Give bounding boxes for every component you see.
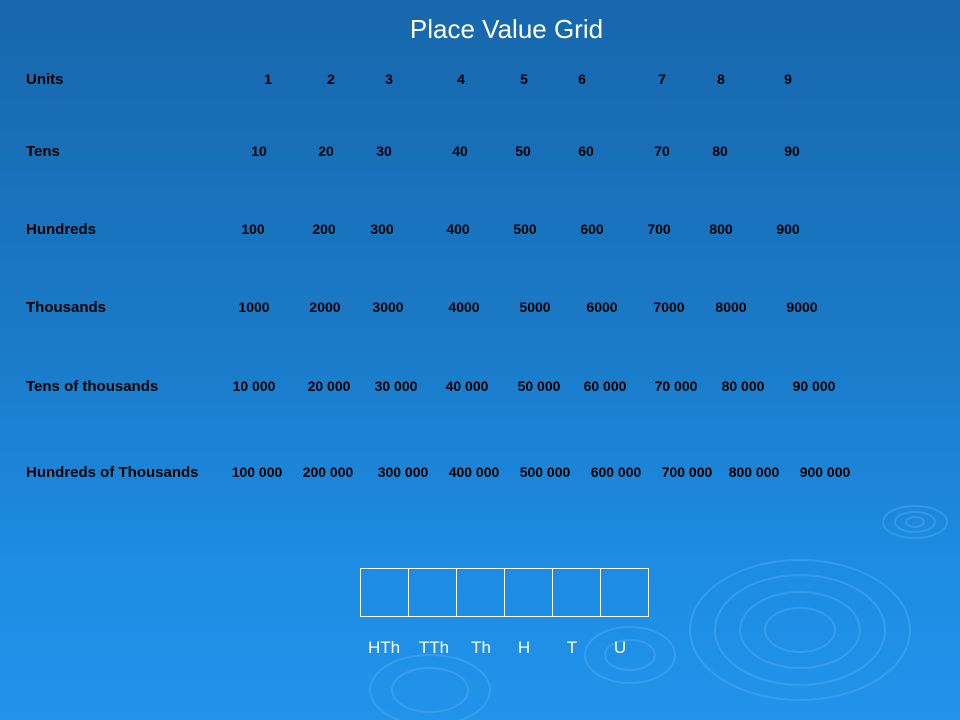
page-title: Place Value Grid [409, 14, 604, 44]
value-cell: 9000 [786, 299, 818, 315]
value-cell: 900 000 [799, 464, 851, 480]
value-cell: 90 000 [792, 378, 836, 394]
row-label: Tens [26, 143, 60, 160]
row-tens-of-thousands: Tens of thousands 10 000 20 000 30 000 4… [0, 378, 960, 398]
row-tens: Tens 10 20 30 40 50 60 70 80 90 [0, 143, 960, 163]
grid-box-th[interactable] [456, 568, 505, 617]
grid-box-u[interactable] [600, 568, 649, 617]
row-label: Thousands [26, 299, 107, 316]
row-thousands: Thousands 1000 2000 3000 4000 5000 6000 … [0, 299, 960, 319]
value-cell: 9 [784, 71, 792, 87]
row-label: Tens of thousands [26, 378, 159, 395]
grid-box-t[interactable] [552, 568, 601, 617]
grid-box-h[interactable] [504, 568, 553, 617]
value-cell: 6 [578, 71, 586, 87]
value-cell: 90 [784, 143, 800, 159]
row-label: Hundreds of Thousands [26, 464, 199, 481]
row-units: Units 1 2 3 4 5 6 7 8 9 [0, 71, 960, 91]
value-cell: 900 [776, 221, 800, 237]
row-label: Units [26, 71, 64, 88]
row-hundreds-of-thousands: Hundreds of Thousands 100 000 200 000 30… [0, 464, 960, 484]
grid-box-hth[interactable] [360, 568, 409, 617]
row-label: Hundreds [26, 221, 97, 238]
row-hundreds: Hundreds 100 200 300 400 500 600 700 800… [0, 221, 960, 241]
column-label-u: U [613, 638, 627, 657]
grid-box-tth[interactable] [408, 568, 457, 617]
